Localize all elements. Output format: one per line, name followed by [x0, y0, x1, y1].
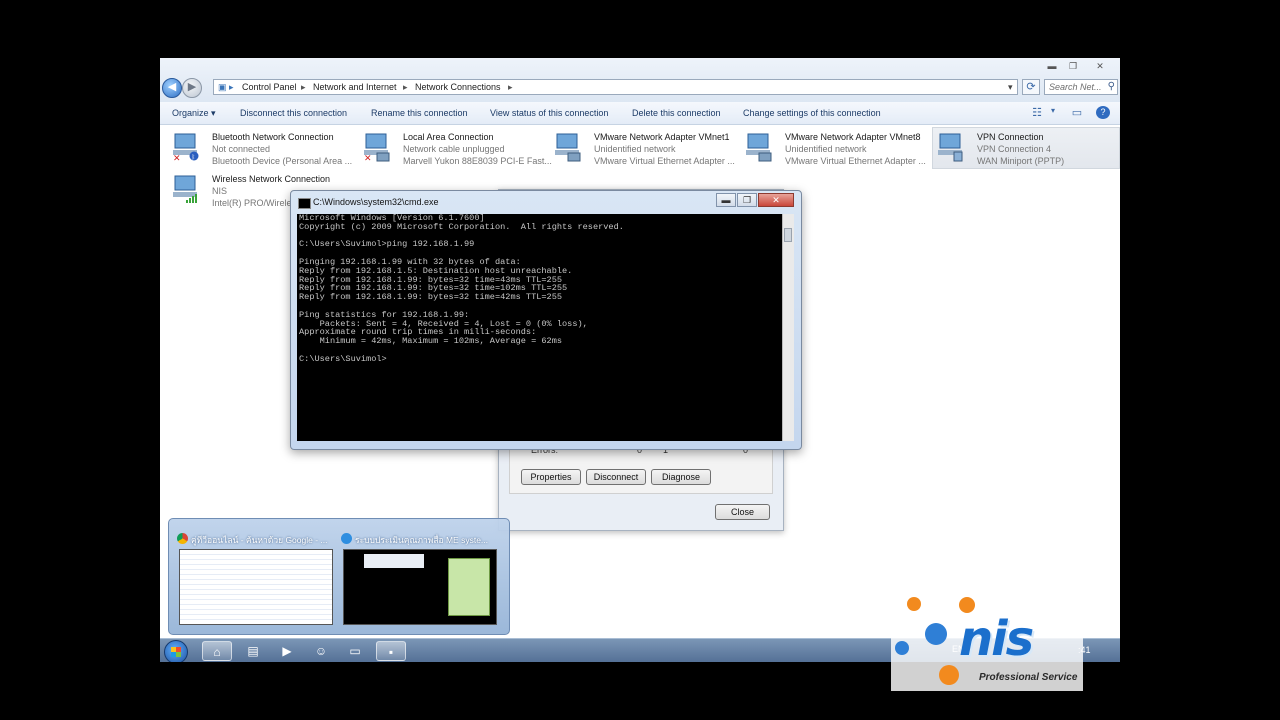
connection-status: Unidentified network — [785, 144, 867, 154]
vmware-network-icon — [555, 133, 581, 162]
start-button[interactable] — [164, 640, 188, 662]
connection-device: Bluetooth Device (Personal Area ... — [212, 156, 353, 166]
search-icon[interactable]: ⚲ — [1108, 81, 1115, 92]
console-output: Microsoft Windows [Version 6.1.7600] Cop… — [299, 214, 624, 364]
close-button[interactable]: ✕ — [1090, 60, 1110, 72]
connection-device: VMware Virtual Ethernet Adapter ... — [785, 156, 926, 166]
close-button[interactable]: ✕ — [758, 193, 794, 207]
monitor-icon[interactable]: ▭ — [340, 641, 370, 661]
disconnect-button[interactable]: Disconnect — [586, 469, 646, 485]
users-icon[interactable]: ☺ — [306, 641, 336, 661]
cmd-taskbar-icon[interactable]: ▪ — [376, 641, 406, 661]
connection-status: NIS — [212, 186, 228, 196]
folder-icon: ▣ ▸ — [218, 82, 234, 92]
minimize-button[interactable]: ▬ — [716, 193, 736, 207]
help-icon[interactable]: ? — [1096, 106, 1110, 119]
network-icon[interactable]: ⌂ — [202, 641, 232, 661]
svg-text:✕: ✕ — [173, 154, 181, 162]
search-placeholder: Search Net... — [1049, 82, 1102, 92]
search-input[interactable]: Search Net... ⚲ — [1044, 79, 1118, 95]
breadcrumb-network-connections[interactable]: Network Connections — [415, 82, 501, 92]
connection-name: Local Area Connection — [403, 132, 494, 142]
connection-device: Marvell Yukon 88E8039 PCI-E Fast... — [403, 156, 552, 166]
svg-text:ᛒ: ᛒ — [192, 154, 196, 161]
back-button[interactable]: ◀ — [162, 78, 182, 98]
connection-device: WAN Miniport (PPTP) — [977, 156, 1065, 166]
media-player-icon[interactable]: ▶ — [272, 641, 302, 661]
wireless-network-icon — [173, 175, 197, 203]
chevron-right-icon: ▸ — [301, 82, 306, 92]
connection-name: VMware Network Adapter VMnet1 — [594, 132, 730, 142]
preview-chrome-window[interactable]: คู่ทีวีออนไลน์ - ค้นหาด้วย Google - ... — [175, 525, 335, 627]
chevron-down-icon[interactable]: ▾ — [1046, 106, 1060, 119]
preview-image — [343, 549, 497, 625]
brand-name: nis — [959, 611, 1034, 667]
view-status-button[interactable]: View status of this connection — [490, 108, 608, 118]
connection-status: Unidentified network — [594, 144, 676, 154]
minimize-button[interactable]: ▬ — [1042, 60, 1062, 72]
breadcrumb[interactable]: ▣ ▸ Control Panel ▸ Network and Internet… — [213, 79, 1018, 95]
vpn-network-icon — [938, 133, 963, 162]
chevron-down-icon[interactable]: ▾ — [1008, 82, 1013, 93]
breadcrumb-network-internet[interactable]: Network and Internet — [313, 82, 397, 92]
chrome-icon — [177, 533, 188, 544]
connection-status: Not connected — [212, 144, 271, 154]
console-output-area[interactable]: Microsoft Windows [Version 6.1.7600] Cop… — [297, 214, 782, 441]
chevron-right-icon: ▸ — [508, 82, 513, 92]
brand-tagline: Professional Service — [979, 672, 1078, 683]
connection-vpn[interactable]: VPN Connection VPN Connection 4 WAN Mini… — [932, 127, 1120, 169]
connection-local-area[interactable]: ✕ Local Area Connection Network cable un… — [359, 128, 552, 168]
lan-network-icon: ✕ — [364, 133, 390, 162]
connection-name: Wireless Network Connection — [212, 174, 331, 184]
connection-status: VPN Connection 4 — [977, 144, 1052, 154]
refresh-icon[interactable]: ⟳ — [1022, 79, 1040, 95]
svg-text:✕: ✕ — [364, 154, 372, 162]
cmd-window: C:\Windows\system32\cmd.exe ▬ ❐ ✕ Micros… — [290, 190, 802, 450]
disconnect-connection-button[interactable]: Disconnect this connection — [240, 108, 347, 118]
change-settings-button[interactable]: Change settings of this connection — [743, 108, 881, 118]
rename-connection-button[interactable]: Rename this connection — [371, 108, 468, 118]
ie-icon — [341, 533, 352, 544]
nis-logo: nis Professional Service — [891, 595, 1083, 691]
connection-name: VMware Network Adapter VMnet8 — [785, 132, 921, 142]
connection-vmnet1[interactable]: VMware Network Adapter VMnet1 Unidentifi… — [550, 128, 735, 168]
breadcrumb-control-panel[interactable]: Control Panel — [242, 82, 297, 92]
scrollbar-thumb[interactable] — [784, 228, 792, 242]
preview-pane-icon[interactable]: ▭ — [1070, 106, 1084, 119]
forward-button[interactable]: ▶ — [182, 78, 202, 98]
organize-button[interactable]: Organize ▾ — [172, 108, 216, 119]
console-icon — [298, 198, 311, 209]
properties-button[interactable]: Properties — [521, 469, 581, 485]
chevron-right-icon: ▸ — [403, 82, 408, 92]
delete-connection-button[interactable]: Delete this connection — [632, 108, 721, 118]
folder-icon[interactable]: ▤ — [238, 641, 268, 661]
bluetooth-network-icon: ✕ ᛒ — [173, 133, 199, 162]
taskbar-thumbnail-preview: คู่ทีวีออนไลน์ - ค้นหาด้วย Google - ... … — [168, 518, 510, 635]
maximize-button[interactable]: ❐ — [737, 193, 757, 207]
preview-title: ระบบประเมินคุณภาพสื่อ ME syste... — [355, 535, 489, 545]
address-bar: ▬ ❐ ✕ ◀ ▶ ▣ ▸ Control Panel ▸ Network an… — [160, 58, 1120, 103]
preview-image — [179, 549, 333, 625]
vmware-network-icon — [746, 133, 772, 162]
connection-name: Bluetooth Network Connection — [212, 132, 334, 142]
connection-name: VPN Connection — [977, 132, 1044, 142]
connection-device: VMware Virtual Ethernet Adapter ... — [594, 156, 735, 166]
preview-title: คู่ทีวีออนไลน์ - ค้นหาด้วย Google - ... — [191, 535, 328, 545]
view-options-icon[interactable]: ☷ — [1030, 106, 1044, 119]
connection-bluetooth[interactable]: ✕ ᛒ Bluetooth Network Connection Not con… — [168, 128, 353, 168]
preview-ie-window[interactable]: ระบบประเมินคุณภาพสื่อ ME syste... — [339, 525, 499, 627]
connection-device: Intel(R) PRO/Wirele... — [212, 198, 300, 208]
cmd-window-title: C:\Windows\system32\cmd.exe — [313, 197, 439, 207]
close-dialog-button[interactable]: Close — [715, 504, 770, 520]
console-scrollbar[interactable] — [782, 214, 794, 441]
desktop-screen: ▬ ❐ ✕ ◀ ▶ ▣ ▸ Control Panel ▸ Network an… — [160, 58, 1120, 662]
command-bar: Organize ▾ Disconnect this connection Re… — [160, 102, 1120, 125]
diagnose-button[interactable]: Diagnose — [651, 469, 711, 485]
maximize-button[interactable]: ❐ — [1063, 60, 1083, 72]
connection-status: Network cable unplugged — [403, 144, 505, 154]
connection-vmnet8[interactable]: VMware Network Adapter VMnet8 Unidentifi… — [741, 128, 926, 168]
